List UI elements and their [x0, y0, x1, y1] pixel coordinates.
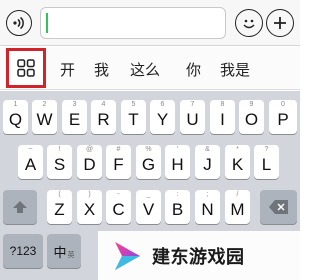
language-switch-key[interactable]: 中 英 [47, 234, 81, 268]
watermark: 建东游戏园 [98, 231, 300, 280]
watermark-logo [115, 241, 140, 270]
key-c[interactable]: -C [106, 190, 131, 224]
candidate-item[interactable]: 你 [186, 59, 201, 80]
key-t[interactable]: 5T [121, 100, 146, 134]
numbers-key[interactable]: ?123 [3, 234, 43, 268]
key-k[interactable]: * K [225, 145, 250, 179]
candidate-item[interactable]: 我 [94, 59, 109, 80]
key-m[interactable]: / M [225, 190, 250, 224]
key-v[interactable]: _ V [136, 190, 161, 224]
emoji-button[interactable] [235, 9, 263, 37]
shift-icon [13, 201, 27, 213]
key-f[interactable]: # F [106, 145, 131, 179]
message-input[interactable] [40, 7, 226, 39]
key-q[interactable]: 1Q [3, 100, 28, 134]
backspace-key[interactable] [260, 190, 297, 224]
key-z[interactable]: (Z [47, 190, 72, 224]
candidate-bar: 开 我 这么 你 我是 [0, 47, 300, 90]
candidate-item[interactable]: 这么 [130, 59, 160, 80]
text-cursor [46, 13, 48, 33]
emoji-icon [243, 19, 255, 29]
shift-key[interactable] [3, 190, 37, 224]
key-p[interactable]: 0P [269, 100, 297, 134]
key-g[interactable]: % G [136, 145, 161, 179]
key-l[interactable]: ? L [254, 145, 279, 179]
backspace-icon [268, 200, 288, 214]
watermark-text: 建东游戏园 [152, 246, 245, 268]
key-r[interactable]: 4R [91, 100, 116, 134]
key-s[interactable]: ! S [47, 145, 72, 179]
key-n[interactable]: ; N [195, 190, 220, 224]
grid-button[interactable] [6, 48, 46, 88]
voice-button[interactable] [6, 10, 32, 36]
key-o[interactable]: 9O [239, 100, 264, 134]
key-e[interactable]: 3E [62, 100, 87, 134]
candidate-item[interactable]: 我是 [220, 59, 250, 80]
voice-icon [13, 16, 24, 30]
candidate-list: 开 我 这么 你 我是 [50, 47, 300, 90]
grid-icon [17, 59, 35, 77]
plus-button[interactable] [266, 9, 294, 37]
key-b[interactable]: :B [165, 190, 190, 224]
key-a[interactable]: ~ A [18, 145, 43, 179]
key-u[interactable]: 7U [180, 100, 205, 134]
key-h[interactable]: ' H [165, 145, 190, 179]
key-w[interactable]: 2W [32, 100, 57, 134]
key-y[interactable]: 6Y [150, 100, 175, 134]
key-d[interactable]: @ D [77, 145, 102, 179]
key-x[interactable]: ) X [77, 190, 102, 224]
plus-icon [274, 17, 286, 29]
key-j[interactable]: & J [195, 145, 220, 179]
candidate-item[interactable]: 开 [60, 59, 75, 80]
key-i[interactable]: 8I [210, 100, 235, 134]
input-bar [0, 0, 300, 46]
